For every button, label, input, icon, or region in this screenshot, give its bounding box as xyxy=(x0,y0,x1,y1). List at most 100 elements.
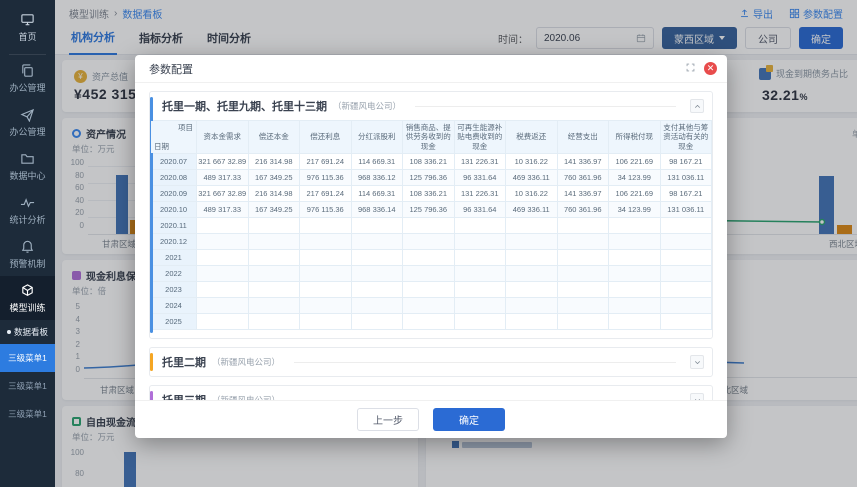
date-cell: 2021 xyxy=(150,249,197,267)
date-cell: 2020.08 xyxy=(150,169,197,187)
value-cell xyxy=(505,217,558,235)
value-cell: 489 317.33 xyxy=(196,201,249,219)
sidebar-item-submenu-3[interactable]: 三级菜单1 xyxy=(0,400,55,428)
value-cell: 469 336.11 xyxy=(505,201,558,219)
sidebar-item-statistics[interactable]: 统计分析 xyxy=(0,188,55,232)
value-cell xyxy=(608,265,661,283)
column-header: 税费返还 xyxy=(505,119,558,155)
value-cell xyxy=(299,313,352,331)
column-header: 资本金需求 xyxy=(196,119,249,155)
value-cell: 167 349.25 xyxy=(247,169,300,187)
value-cell xyxy=(299,249,352,267)
section-accent xyxy=(150,353,153,372)
value-cell xyxy=(453,313,506,331)
value-cell xyxy=(659,265,712,283)
value-cell: 114 669.31 xyxy=(350,153,403,171)
value-cell: 489 317.33 xyxy=(196,169,249,187)
date-cell: 2020.11 xyxy=(150,217,197,235)
corner-top-label: 项目 xyxy=(178,123,193,132)
column-header: 销售商品、提供劳务收到的现金 xyxy=(402,119,455,155)
value-cell: 106 221.69 xyxy=(608,185,661,203)
value-cell xyxy=(350,233,403,251)
sidebar-item-model-training[interactable]: 模型训练 xyxy=(0,276,55,320)
value-cell xyxy=(350,297,403,315)
value-cell xyxy=(505,233,558,251)
divider xyxy=(294,361,676,363)
value-cell: 976 115.36 xyxy=(299,201,352,219)
sidebar-item-office-2[interactable]: 办公管理 xyxy=(0,100,55,144)
fullscreen-button[interactable] xyxy=(685,62,696,76)
value-cell xyxy=(608,297,661,315)
date-cell: 2020.09 xyxy=(150,185,197,203)
sidebar-item-label: 办公管理 xyxy=(9,83,46,93)
value-cell xyxy=(247,265,300,283)
close-button[interactable]: ✕ xyxy=(704,62,717,75)
value-cell xyxy=(402,313,455,331)
value-cell xyxy=(505,265,558,283)
value-cell xyxy=(608,313,661,331)
modal-body: 托里一期、托里九期、托里十三期 （新疆风电公司） 项目 日期 资本金需求 偿还本金… xyxy=(135,83,727,400)
section-header[interactable]: 托里三期 （新疆风电公司） xyxy=(150,386,712,400)
modal-footer: 上一步 确定 xyxy=(135,400,727,438)
value-cell xyxy=(556,233,609,251)
value-cell: 125 796.36 xyxy=(402,201,455,219)
section-accent xyxy=(150,391,153,400)
value-cell: 217 691.24 xyxy=(299,153,352,171)
section-tuoli-2: 托里二期 （新疆风电公司） xyxy=(149,347,713,378)
value-cell xyxy=(196,297,249,315)
date-cell: 2023 xyxy=(150,281,197,299)
value-cell: 34 123.99 xyxy=(608,201,661,219)
value-cell: 216 314.98 xyxy=(247,185,300,203)
value-cell: 321 667 32.89 xyxy=(196,153,249,171)
corner-header-cell: 项目 日期 xyxy=(150,119,197,155)
section-title: 托里一期、托里九期、托里十三期 xyxy=(162,101,327,113)
value-cell xyxy=(350,249,403,267)
value-cell xyxy=(247,217,300,235)
value-cell: 108 336.21 xyxy=(402,185,455,203)
value-cell xyxy=(196,281,249,299)
value-cell xyxy=(453,265,506,283)
value-cell xyxy=(247,281,300,299)
column-header: 可再生能源补贴电费收到的现金 xyxy=(453,119,506,155)
table-row: 2020.07 321 667 32.89 216 314.98 217 691.24… xyxy=(150,153,712,171)
value-cell: 131 036.11 xyxy=(659,201,712,219)
column-header: 偿还利息 xyxy=(299,119,352,155)
value-cell xyxy=(453,281,506,299)
value-cell: 10 316.22 xyxy=(505,153,558,171)
value-cell: 131 226.31 xyxy=(453,153,506,171)
modal-confirm-button[interactable]: 确定 xyxy=(433,408,505,431)
value-cell xyxy=(608,249,661,267)
value-cell xyxy=(196,265,249,283)
section-company: （新疆风电公司） xyxy=(333,101,402,111)
expand-button[interactable] xyxy=(690,393,704,400)
sidebar-item-data-center[interactable]: 数据中心 xyxy=(0,144,55,188)
sidebar-item-submenu-1[interactable]: 三级菜单1 xyxy=(0,344,55,372)
param-table-body: 2020.07 321 667 32.89 216 314.98 217 691.24… xyxy=(150,153,712,331)
param-config-modal: 参数配置 ✕ 托里一期、托里九期、托里十三期 （新疆风电公司） 项目 日期 资本… xyxy=(135,55,727,438)
sidebar-item-label: 统计分析 xyxy=(9,215,46,225)
expand-button[interactable] xyxy=(690,355,704,370)
date-cell: 2022 xyxy=(150,265,197,283)
date-cell: 2020.12 xyxy=(150,233,197,251)
value-cell: 125 796.36 xyxy=(402,169,455,187)
sidebar-item-warning[interactable]: 预警机制 xyxy=(0,232,55,276)
value-cell xyxy=(196,233,249,251)
section-header[interactable]: 托里一期、托里九期、托里十三期 （新疆风电公司） xyxy=(150,92,712,120)
section-company: （新疆风电公司） xyxy=(212,394,280,400)
collapse-button[interactable] xyxy=(690,99,704,113)
sidebar-item-home[interactable]: 首页 xyxy=(0,0,55,53)
value-cell xyxy=(659,297,712,315)
value-cell xyxy=(659,233,712,251)
table-row: 2025 xyxy=(150,313,712,331)
value-cell: 968 336.12 xyxy=(350,169,403,187)
sidebar-item-data-dashboard[interactable]: 数据看板 xyxy=(0,320,55,344)
section-header[interactable]: 托里二期 （新疆风电公司） xyxy=(150,348,712,376)
value-cell: 96 331.64 xyxy=(453,201,506,219)
sidebar-item-submenu-2[interactable]: 三级菜单1 xyxy=(0,372,55,400)
table-row: 2020.10 489 317.33 167 349.25 976 115.36 968… xyxy=(150,201,712,219)
sidebar-item-label: 数据中心 xyxy=(9,171,46,181)
value-cell: 469 336.11 xyxy=(505,169,558,187)
value-cell xyxy=(402,233,455,251)
previous-step-button[interactable]: 上一步 xyxy=(357,408,419,431)
sidebar-item-office-1[interactable]: 办公管理 xyxy=(0,56,55,100)
